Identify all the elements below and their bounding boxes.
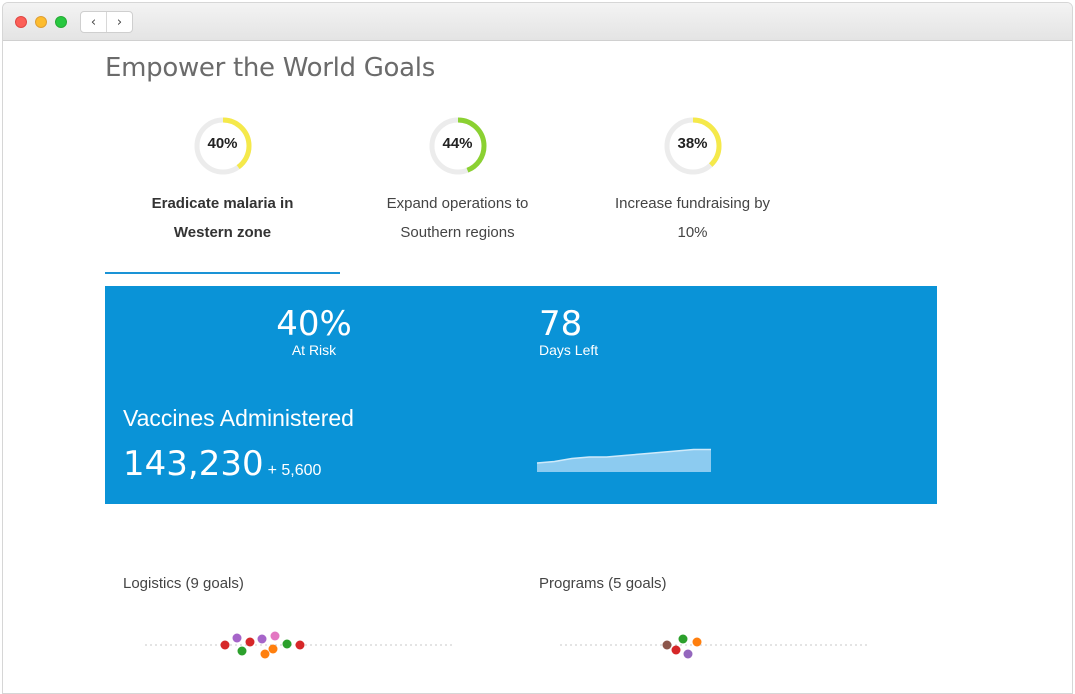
goal-percent: 44% — [442, 135, 473, 152]
metric-value-row: 143,230 + 5,600 — [123, 444, 321, 484]
goal-label: Increase fundraising by 10% — [614, 195, 771, 241]
progress-ring: 38% — [662, 115, 724, 177]
goal-dot[interactable] — [678, 634, 688, 644]
goal-dot[interactable] — [232, 633, 242, 643]
goal-dot[interactable] — [662, 640, 672, 650]
goal-dot[interactable] — [237, 646, 247, 656]
days-left-stat: 78 Days Left — [539, 306, 609, 358]
goal-dot[interactable] — [260, 649, 270, 659]
goal-dot[interactable] — [268, 644, 278, 654]
goal-dot[interactable] — [220, 640, 230, 650]
days-left-label: Days Left — [539, 342, 599, 358]
window-titlebar: ‹ › — [3, 3, 1072, 41]
goal-tab-fundraising[interactable]: 38% Increase fundraising by 10% — [575, 115, 810, 247]
programs-goal-dots — [560, 634, 870, 659]
page-title: Empower the World Goals — [105, 53, 435, 83]
logistics-group-label: Logistics (9 goals) — [123, 575, 244, 592]
goal-tab-malaria[interactable]: 40% Eradicate malaria in Western zone — [105, 115, 340, 247]
logistics-goal-dots — [145, 631, 455, 659]
at-risk-stat: 40% At Risk — [255, 306, 373, 358]
goal-label: Expand operations to Southern regions — [386, 195, 529, 241]
goal-tab-operations[interactable]: 44% Expand operations to Southern region… — [340, 115, 575, 247]
forward-icon[interactable]: › — [106, 12, 132, 32]
metric-value: 143,230 — [123, 444, 264, 484]
programs-group-label: Programs (5 goals) — [539, 575, 667, 592]
at-risk-value: 40% — [276, 304, 352, 344]
goal-dot[interactable] — [257, 634, 267, 644]
goal-percent: 40% — [207, 135, 238, 152]
minimize-window-button[interactable] — [35, 16, 47, 28]
active-tab-indicator — [105, 272, 340, 274]
close-window-button[interactable] — [15, 16, 27, 28]
progress-ring: 44% — [427, 115, 489, 177]
goal-dot[interactable] — [683, 649, 693, 659]
goal-detail-panel: 40% At Risk 78 Days Left Vaccines Admini… — [105, 286, 937, 504]
goal-dot[interactable] — [295, 640, 305, 650]
at-risk-label: At Risk — [291, 342, 337, 358]
sparkline-chart — [536, 448, 711, 472]
navigation-buttons: ‹ › — [80, 11, 133, 33]
progress-ring: 40% — [192, 115, 254, 177]
goal-dot[interactable] — [270, 631, 280, 641]
goal-label: Eradicate malaria in Western zone — [151, 195, 294, 241]
goal-dot[interactable] — [282, 639, 292, 649]
zoom-window-button[interactable] — [55, 16, 67, 28]
goal-dot[interactable] — [671, 645, 681, 655]
days-left-value: 78 — [539, 304, 583, 344]
goal-percent: 38% — [677, 135, 708, 152]
goal-dot[interactable] — [692, 637, 702, 647]
back-icon[interactable]: ‹ — [81, 12, 106, 32]
metric-delta: + 5,600 — [267, 462, 322, 479]
metric-title: Vaccines Administered — [123, 405, 354, 431]
goal-dot[interactable] — [245, 637, 255, 647]
